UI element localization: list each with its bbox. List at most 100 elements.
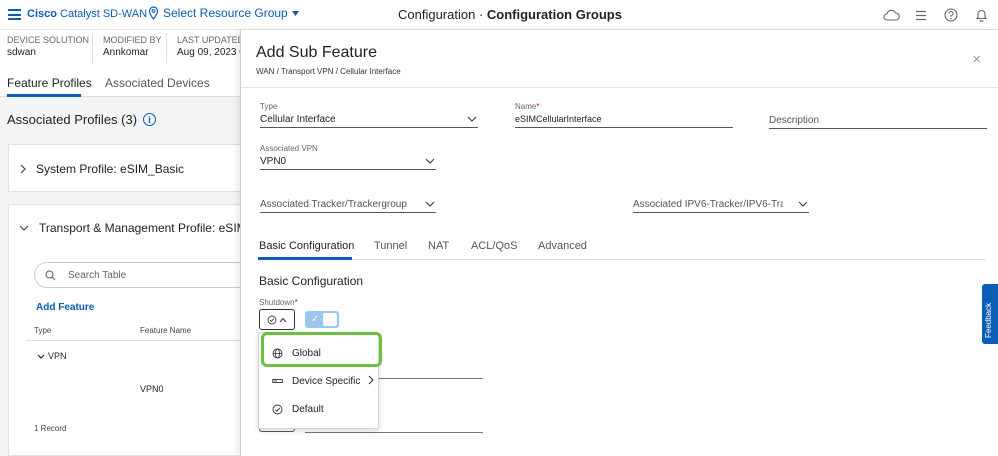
config-tabs: Basic Configuration Tunnel NAT ACL/QoS A… bbox=[258, 236, 986, 260]
chevron-down-icon bbox=[425, 158, 435, 164]
ipv6-tracker-placeholder: Associated IPV6-Tracker/IPV6-Trackerg bbox=[633, 198, 783, 210]
menu-item-default[interactable]: Default bbox=[259, 395, 380, 423]
close-icon[interactable]: × bbox=[972, 52, 981, 67]
search-table-input[interactable]: Search Table bbox=[34, 262, 240, 288]
meta-value: sdwan bbox=[7, 47, 36, 58]
chevron-down-icon bbox=[19, 225, 29, 231]
shutdown-toggle[interactable]: ✓ bbox=[305, 311, 339, 328]
table-row-group-vpn[interactable]: VPN bbox=[37, 351, 67, 361]
tracker-field[interactable]: Associated Tracker/Trackergroup bbox=[260, 196, 436, 213]
drawer-header: Add Sub Feature WAN / Transport VPN / Ce… bbox=[241, 30, 998, 88]
description-field[interactable]: Description bbox=[769, 112, 987, 129]
feedback-label: Feedback bbox=[984, 302, 993, 338]
name-field[interactable]: Name* eSIMCellularInterface bbox=[515, 102, 733, 128]
hamburger-menu-icon[interactable] bbox=[8, 9, 21, 20]
menu-item-label: Device Specific bbox=[292, 375, 361, 387]
transport-profile-title[interactable]: Transport & Management Profile: eSIM_W bbox=[19, 221, 240, 235]
brand-logo[interactable]: Cisco Catalyst SD-WAN bbox=[27, 8, 147, 20]
tab-tunnel[interactable]: Tunnel bbox=[374, 240, 407, 252]
tracker-select[interactable]: Associated Tracker/Trackergroup bbox=[260, 196, 436, 213]
type-select[interactable]: Cellular Interface bbox=[260, 111, 478, 128]
tab-acl-qos[interactable]: ACL/QoS bbox=[471, 240, 517, 252]
meta-row: DEVICE SOLUTION sdwan MODIFIED BY Annkomar… bbox=[0, 30, 245, 66]
scope-selector-button[interactable] bbox=[259, 309, 295, 330]
title-prefix: Configuration · bbox=[398, 7, 487, 22]
title-main: Configuration Groups bbox=[486, 7, 622, 22]
top-icons bbox=[882, 6, 990, 24]
meta-device-solution: DEVICE SOLUTION sdwan bbox=[7, 35, 89, 58]
info-icon[interactable]: i bbox=[143, 113, 157, 126]
meta-value: Aug 09, 2023 0 bbox=[177, 47, 245, 58]
check-icon: ✓ bbox=[311, 314, 320, 325]
transport-profile-label: Transport & Management Profile: eSIM_W bbox=[39, 221, 240, 235]
meta-label: DEVICE SOLUTION bbox=[7, 35, 90, 45]
record-count: 1 Record bbox=[34, 424, 67, 433]
chevron-down-icon bbox=[425, 201, 435, 207]
type-field[interactable]: Type Cellular Interface bbox=[260, 102, 478, 128]
ipv6-tracker-field[interactable]: Associated IPV6-Tracker/IPV6-Trackerg bbox=[633, 196, 809, 213]
check-circle-icon bbox=[267, 315, 277, 324]
brand-bold: Cisco bbox=[27, 8, 57, 20]
resource-group-label: Select Resource Group bbox=[163, 6, 288, 20]
system-profile-title: System Profile: eSIM_Basic bbox=[20, 162, 184, 176]
menu-item-label: Default bbox=[292, 403, 324, 415]
meta-divider bbox=[92, 33, 93, 63]
chevron-down-icon bbox=[37, 354, 45, 359]
associated-vpn-value: VPN0 bbox=[260, 155, 287, 167]
bell-icon[interactable] bbox=[972, 6, 990, 24]
feedback-tab[interactable]: Feedback bbox=[982, 284, 998, 344]
tab-nat[interactable]: NAT bbox=[428, 240, 449, 252]
section-heading: Basic Configuration bbox=[259, 274, 364, 288]
associated-profiles-label: Associated Profiles (3) bbox=[7, 112, 138, 127]
chevron-down-icon bbox=[798, 201, 808, 207]
required-mark: * bbox=[536, 102, 540, 111]
associated-vpn-select[interactable]: VPN0 bbox=[260, 153, 436, 170]
drawer-title: Add Sub Feature bbox=[256, 44, 377, 61]
associated-vpn-field[interactable]: Associated VPN VPN0 bbox=[260, 144, 436, 170]
list-icon[interactable] bbox=[912, 6, 930, 24]
ipv6-tracker-select[interactable]: Associated IPV6-Tracker/IPV6-Trackerg bbox=[633, 196, 809, 213]
associated-vpn-label: Associated VPN bbox=[260, 144, 318, 153]
table-row-vpn0[interactable]: VPN0 bbox=[140, 384, 164, 394]
help-icon[interactable] bbox=[942, 6, 960, 24]
tab-advanced[interactable]: Advanced bbox=[538, 240, 587, 252]
chevron-right-icon bbox=[368, 375, 374, 385]
tab-feature-profiles[interactable]: Feature Profiles bbox=[7, 76, 92, 90]
toggle-knob bbox=[323, 313, 337, 326]
shutdown-label: Shutdown* bbox=[259, 298, 298, 307]
add-feature-link[interactable]: Add Feature bbox=[36, 302, 94, 313]
shutdown-label-text: Shutdown bbox=[259, 298, 295, 307]
system-profile-label: System Profile: eSIM_Basic bbox=[36, 162, 185, 176]
check-circle-icon bbox=[272, 404, 283, 415]
location-pin-icon bbox=[148, 6, 159, 20]
name-value: eSIMCellularInterface bbox=[515, 114, 602, 124]
breadcrumb: WAN / Transport VPN / Cellular Interface bbox=[256, 67, 401, 76]
description-input[interactable]: Description bbox=[769, 112, 987, 129]
name-label-text: Name bbox=[515, 102, 537, 111]
type-label: Type bbox=[260, 102, 278, 111]
tab-basic-configuration[interactable]: Basic Configuration bbox=[259, 240, 354, 252]
top-bar: Cisco Catalyst SD-WAN Select Resource Gr… bbox=[0, 0, 998, 30]
meta-label: LAST UPDATED bbox=[177, 35, 245, 45]
hidden-field-underline bbox=[305, 432, 483, 433]
description-placeholder: Description bbox=[769, 114, 820, 126]
resource-group-selector[interactable]: Select Resource Group bbox=[148, 6, 299, 20]
system-profile-card[interactable]: System Profile: eSIM_Basic bbox=[8, 144, 240, 192]
search-placeholder: Search Table bbox=[68, 269, 127, 281]
vpn-group-label: VPN bbox=[48, 351, 67, 361]
menu-item-device-specific[interactable]: Device Specific bbox=[259, 367, 380, 395]
chevron-down-icon bbox=[467, 116, 477, 122]
active-tab-indicator bbox=[258, 257, 352, 260]
meta-modified-by: MODIFIED BY Annkomar bbox=[103, 35, 162, 58]
tab-associated-devices[interactable]: Associated Devices bbox=[105, 76, 210, 90]
search-icon bbox=[45, 269, 56, 280]
meta-last-updated: LAST UPDATED Aug 09, 2023 0 bbox=[177, 35, 245, 58]
chevron-right-icon bbox=[20, 164, 26, 174]
column-header-feature-name: Feature Name bbox=[140, 326, 192, 335]
brand-rest: Catalyst SD-WAN bbox=[60, 8, 148, 20]
cloud-icon[interactable] bbox=[882, 6, 900, 24]
tracker-placeholder: Associated Tracker/Trackergroup bbox=[260, 198, 407, 210]
meta-value: Annkomar bbox=[103, 47, 149, 58]
highlight-annotation bbox=[261, 332, 382, 367]
name-input[interactable]: eSIMCellularInterface bbox=[515, 111, 733, 128]
